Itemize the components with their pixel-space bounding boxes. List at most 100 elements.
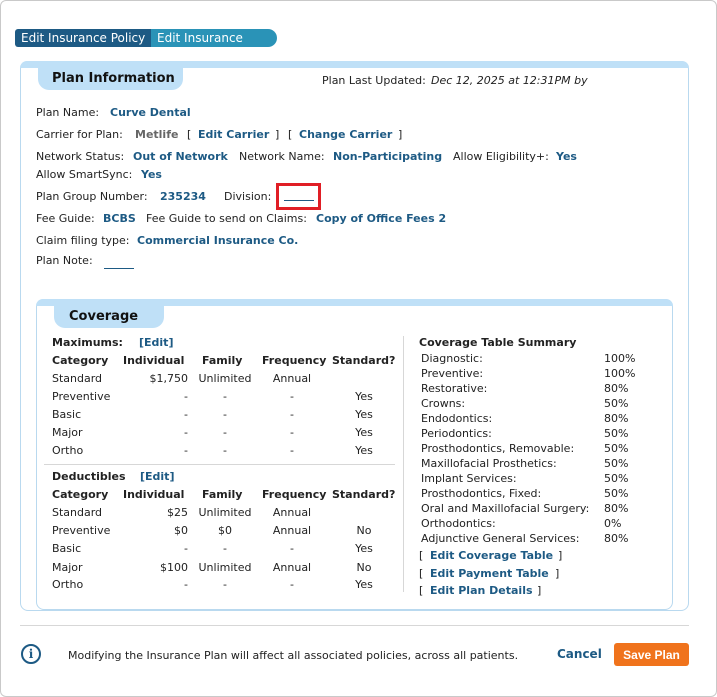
allow-eligibility-label: Allow Eligibility+:	[453, 150, 549, 163]
table-cell: -	[184, 390, 188, 403]
info-icon: i	[21, 644, 41, 664]
footer-message: Modifying the Insurance Plan will affect…	[68, 649, 519, 662]
row-category: Preventive	[52, 390, 111, 403]
row-category: Standard	[52, 372, 103, 385]
network-name-value: Non-Participating	[333, 150, 443, 163]
column-header: Category	[52, 488, 109, 501]
bracket: [	[419, 567, 424, 580]
table-cell: -	[223, 390, 227, 403]
plan-note-label: Plan Note:	[36, 254, 93, 267]
column-header: Frequency	[262, 488, 327, 501]
tab-edit-insurance-plan[interactable]: Edit Insurance Plan	[151, 29, 277, 63]
bracket: ]	[398, 128, 403, 141]
plan-group-number-label: Plan Group Number:	[36, 190, 148, 203]
change-carrier-link[interactable]: Change Carrier	[299, 128, 392, 141]
plan-information-header: Plan Information	[38, 68, 183, 90]
table-cell: Unlimited	[198, 561, 252, 574]
summary-label: Restorative:	[421, 382, 488, 395]
summary-value: 100%	[604, 367, 636, 380]
summary-value: 80%	[604, 502, 629, 515]
plan-note-blank[interactable]	[104, 257, 134, 270]
table-cell: -	[223, 578, 227, 591]
row-category: Ortho	[52, 578, 84, 591]
column-header: Individual	[123, 354, 185, 367]
plan-last-updated-value: Dec 12, 2025 at 12:31PM by	[431, 74, 588, 87]
deductibles-title: Deductibles	[52, 470, 126, 483]
table-cell: $100	[160, 561, 188, 574]
table-cell: -	[184, 444, 188, 457]
allow-eligibility-value: Yes	[556, 150, 577, 163]
plan-last-updated-label: Plan Last Updated:	[322, 74, 426, 87]
coverage-header: Coverage	[54, 306, 164, 328]
row-category: Basic	[52, 408, 82, 421]
column-header: Standard?	[332, 488, 396, 501]
maximums-title: Maximums:	[52, 336, 123, 349]
section-divider	[44, 464, 395, 465]
fee-guide-claims-value: Copy of Office Fees 2	[316, 212, 447, 225]
table-cell: Yes	[355, 408, 373, 421]
division-value-blank[interactable]	[284, 191, 314, 201]
division-label: Division:	[224, 190, 272, 203]
maximums-edit-link[interactable]: [Edit]	[139, 336, 173, 349]
table-cell: Annual	[272, 524, 312, 537]
division-field-highlight[interactable]	[276, 183, 321, 210]
table-cell: -	[290, 444, 294, 457]
summary-label: Endodontics:	[421, 412, 493, 425]
row-category: Preventive	[52, 524, 111, 537]
summary-label: Preventive:	[421, 367, 484, 380]
network-status-label: Network Status:	[36, 150, 125, 163]
summary-value: 50%	[604, 442, 629, 455]
table-cell: -	[290, 542, 294, 555]
table-cell: -	[290, 408, 294, 421]
edit-coverage-table-link[interactable]: Edit Coverage Table	[430, 549, 553, 562]
table-cell: Yes	[355, 444, 373, 457]
deductibles-edit-link[interactable]: [Edit]	[140, 470, 174, 483]
table-cell: -	[223, 426, 227, 439]
carrier-label: Carrier for Plan:	[36, 128, 123, 141]
table-cell: Yes	[355, 578, 373, 591]
row-category: Ortho	[52, 444, 84, 457]
claim-filing-type-value: Commercial Insurance Co.	[137, 234, 299, 247]
summary-value: 80%	[604, 382, 629, 395]
row-category: Major	[52, 426, 83, 439]
table-cell: -	[184, 408, 188, 421]
summary-value: 80%	[604, 532, 629, 545]
summary-label: Orthodontics:	[421, 517, 496, 530]
table-cell: Yes	[355, 390, 373, 403]
coverage-summary-title: Coverage Table Summary	[419, 336, 577, 349]
bracket: [	[419, 584, 424, 597]
table-cell: Yes	[355, 426, 373, 439]
table-cell: -	[290, 426, 294, 439]
table-cell: -	[184, 578, 188, 591]
bracket: ]	[537, 584, 542, 597]
bracket: ]	[558, 549, 563, 562]
summary-value: 0%	[604, 517, 622, 530]
table-cell: -	[290, 578, 294, 591]
table-cell: -	[184, 542, 188, 555]
table-cell: Yes	[355, 542, 373, 555]
table-cell: $1,750	[149, 372, 189, 385]
table-cell: Annual	[272, 372, 312, 385]
tab-edit-insurance-policy[interactable]: Edit Insurance Policy	[15, 29, 152, 47]
table-cell: No	[356, 561, 372, 574]
save-plan-button[interactable]: Save Plan	[614, 643, 689, 666]
edit-payment-table-link[interactable]: Edit Payment Table	[430, 567, 549, 580]
summary-label: Periodontics:	[421, 427, 492, 440]
bracket: ]	[275, 128, 280, 141]
table-cell: -	[290, 390, 294, 403]
summary-value: 80%	[604, 412, 629, 425]
coverage-divider	[403, 336, 404, 592]
table-cell: Unlimited	[198, 506, 252, 519]
cancel-button[interactable]: Cancel	[557, 647, 602, 661]
edit-carrier-link[interactable]: Edit Carrier	[198, 128, 269, 141]
table-cell: -	[223, 408, 227, 421]
bracket: ]	[555, 567, 560, 580]
plan-name-label: Plan Name:	[36, 106, 100, 119]
summary-value: 50%	[604, 397, 629, 410]
table-cell: $0	[218, 524, 232, 537]
table-cell: $25	[167, 506, 188, 519]
table-cell: -	[223, 444, 227, 457]
table-cell: Unlimited	[198, 372, 252, 385]
edit-plan-details-link[interactable]: Edit Plan Details	[430, 584, 533, 597]
table-cell: Annual	[272, 506, 312, 519]
